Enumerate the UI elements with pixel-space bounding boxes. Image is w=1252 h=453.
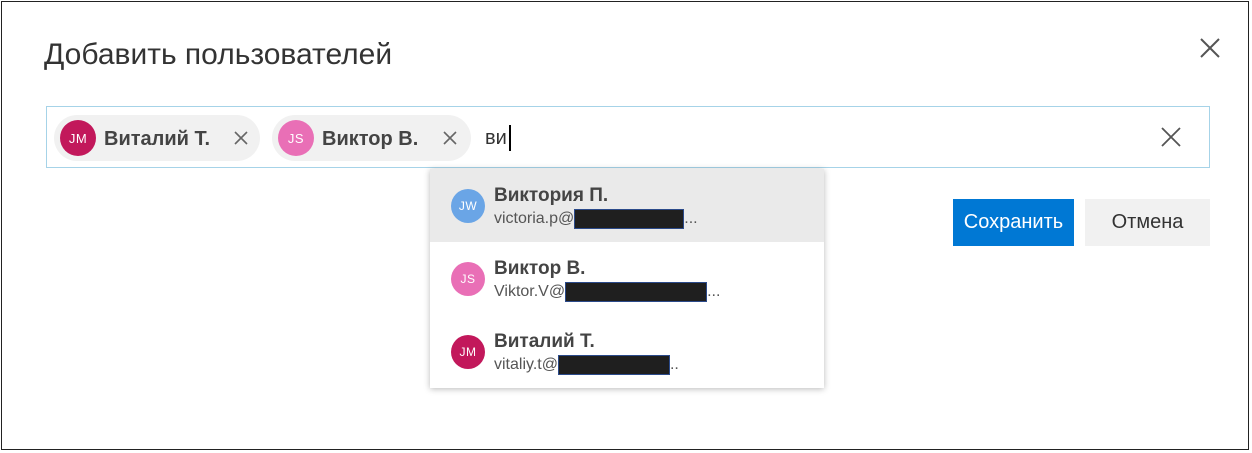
avatar: JS — [278, 120, 314, 156]
email-prefix: victoria.p@ — [494, 210, 575, 227]
email-prefix: Viktor.V@ — [494, 283, 566, 300]
email-suffix: .. — [669, 356, 679, 373]
close-icon — [1161, 127, 1181, 147]
avatar: JS — [451, 262, 485, 296]
add-users-dialog: Добавить пользователей JM Виталий Т. JS … — [1, 1, 1249, 450]
avatar: JM — [451, 335, 485, 369]
search-input[interactable]: ви — [485, 125, 511, 151]
suggestions-dropdown: JW Виктория П. victoria.p@... JS Виктор … — [430, 169, 824, 388]
clear-search-button[interactable] — [1161, 127, 1181, 147]
redacted-block — [565, 282, 708, 302]
suggestion-name: Виталий Т. — [494, 331, 595, 352]
email-suffix: ... — [684, 210, 698, 227]
email-suffix: ... — [707, 283, 721, 300]
remove-user-button[interactable] — [234, 131, 248, 145]
suggestion-item[interactable]: JS Виктор В. Viktor.V@... — [430, 242, 824, 315]
suggestion-email: Viktor.V@... — [494, 282, 720, 302]
suggestion-item[interactable]: JW Виктория П. victoria.p@... — [430, 169, 824, 242]
email-prefix: vitaliy.t@ — [494, 356, 558, 373]
close-icon — [443, 131, 457, 145]
remove-user-button[interactable] — [443, 131, 457, 145]
suggestion-email: vitaliy.t@.. — [494, 355, 679, 375]
redacted-block — [574, 209, 685, 229]
close-icon[interactable] — [1198, 36, 1222, 60]
selected-user-chip: JM Виталий Т. — [54, 115, 260, 161]
search-query: ви — [485, 126, 507, 149]
close-icon — [234, 131, 248, 145]
save-button[interactable]: Сохранить — [953, 199, 1074, 246]
cancel-button[interactable]: Отмена — [1085, 199, 1210, 246]
people-picker[interactable]: JM Виталий Т. JS Виктор В. ви — [46, 106, 1210, 168]
redacted-block — [557, 355, 670, 375]
chip-label: Виктор В. — [322, 128, 419, 150]
suggestion-name: Виктор В. — [494, 258, 586, 279]
suggestion-email: victoria.p@... — [494, 209, 698, 229]
suggestion-item[interactable]: JM Виталий Т. vitaliy.t@.. — [430, 315, 824, 388]
selected-user-chip: JS Виктор В. — [272, 115, 471, 161]
dialog-title: Добавить пользователей — [44, 38, 393, 71]
suggestion-name: Виктория П. — [494, 185, 609, 206]
chip-label: Виталий Т. — [104, 128, 211, 150]
text-caret — [508, 125, 511, 151]
avatar: JM — [60, 120, 96, 156]
avatar: JW — [451, 189, 485, 223]
